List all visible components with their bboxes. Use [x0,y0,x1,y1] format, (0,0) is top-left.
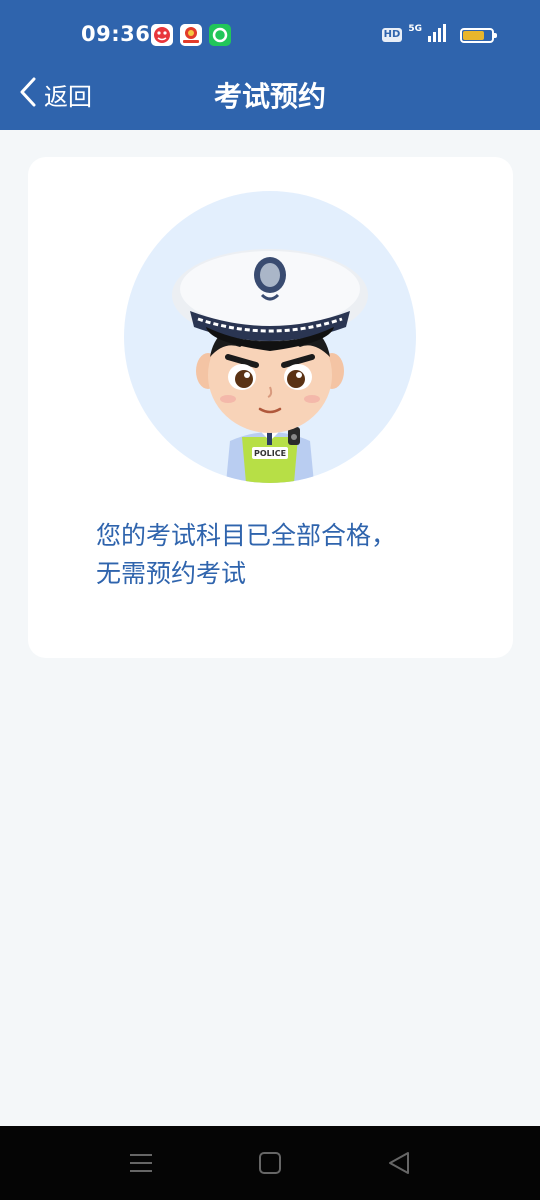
signal-icon [428,24,448,46]
hd-badge: HD [381,28,403,42]
menu-icon[interactable] [126,1148,156,1178]
page-title: 考试预约 [213,80,326,113]
home-icon[interactable] [255,1148,285,1178]
battery-fill [463,30,484,40]
network-type: 5G [408,24,422,34]
message-line-2: 无需预约考试 [96,559,247,588]
app-header: 09:36 HD 5G 返回 考试预约 [0,0,540,130]
status-bar: 09:36 HD 5G [0,0,540,68]
battery-icon [460,27,497,43]
police-officer-avatar: POLICE [124,191,416,483]
result-card: POLICE 您的考试科目已全部合格， 无需预约考试 [28,157,513,658]
status-indicators: HD 5G [381,24,497,46]
svg-text:POLICE: POLICE [254,449,286,458]
app-green-icon [209,24,231,46]
system-nav-bar [0,1126,540,1200]
app-emblem-icon [180,24,202,46]
status-time: 09:36 [81,22,151,46]
message-line-1: 您的考试科目已全部合格， [96,521,397,550]
back-triangle-icon[interactable] [384,1148,414,1178]
app-red-icon [151,24,173,46]
qualification-message: 您的考试科目已全部合格， 无需预约考试 [96,517,486,593]
